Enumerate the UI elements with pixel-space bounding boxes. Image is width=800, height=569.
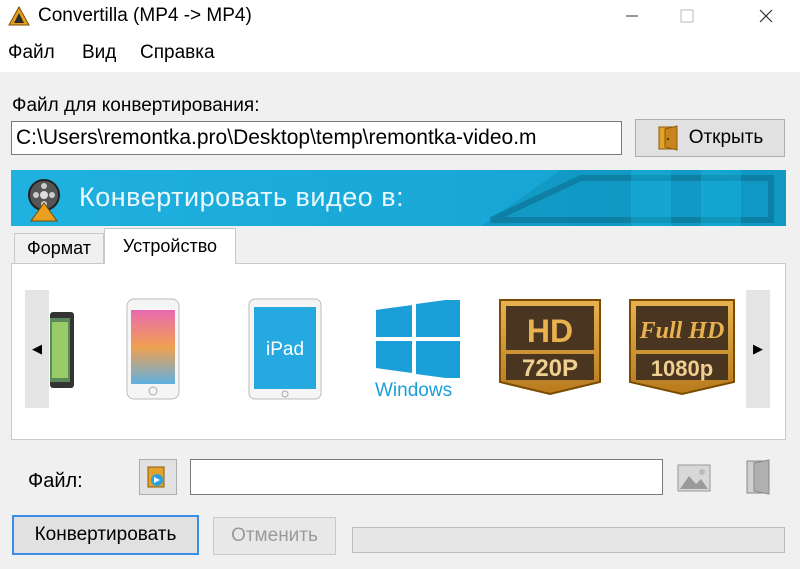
menu-bar: Файл Вид Справка [0, 32, 800, 72]
save-folder-icon [147, 466, 165, 488]
progress-bar [352, 527, 785, 553]
output-file-field[interactable] [190, 459, 663, 495]
minimize-button[interactable] [610, 0, 654, 32]
folder-icon [658, 125, 678, 151]
arrow-left-icon: ◀ [32, 341, 42, 356]
menu-help[interactable]: Справка [140, 42, 215, 64]
film-reel-icon [28, 179, 60, 222]
menu-file[interactable]: Файл [8, 42, 55, 64]
720p-label: 720P [522, 355, 578, 382]
output-file-label: Файл: [28, 470, 83, 492]
maximize-icon [680, 9, 694, 23]
smartphone-icon[interactable] [126, 298, 180, 400]
app-logo-icon [8, 6, 30, 26]
ipad-label: iPad [266, 339, 304, 360]
scroll-left-button[interactable]: ◀ [25, 290, 49, 408]
preview-button[interactable] [676, 462, 712, 494]
browse-output-button[interactable] [139, 459, 177, 495]
full-hd-label: Full HD [639, 318, 725, 344]
convert-banner: Конвертировать видео в: [11, 170, 786, 226]
android-phone-icon[interactable] [50, 312, 76, 388]
windows-logo-icon [376, 298, 460, 380]
menu-view[interactable]: Вид [82, 42, 116, 64]
film-strip-decoration [481, 170, 786, 226]
windows-label: Windows [375, 380, 453, 401]
1080p-label: 1080p [651, 356, 713, 381]
open-button[interactable]: Открыть [635, 119, 785, 157]
close-icon [759, 9, 773, 23]
windows-icon[interactable]: Windows [368, 298, 468, 402]
full-hd-1080p-icon[interactable]: Full HD 1080p [628, 298, 736, 396]
scroll-right-button[interactable]: ▶ [746, 290, 770, 408]
hd-720p-icon[interactable]: HD 720P [498, 298, 602, 396]
folder-gray-icon [746, 459, 770, 495]
open-button-label: Открыть [688, 127, 764, 148]
maximize-button[interactable] [665, 0, 709, 32]
image-preview-icon [677, 464, 711, 492]
title-bar: Convertilla (MP4 -> MP4) [0, 0, 800, 32]
open-output-folder-button[interactable] [742, 458, 776, 496]
close-button[interactable] [744, 0, 788, 32]
input-file-path-field[interactable]: C:\Users\remontka.pro\Desktop\temp\remon… [11, 121, 622, 155]
cancel-button[interactable]: Отменить [213, 517, 336, 555]
arrow-right-icon: ▶ [753, 341, 763, 356]
input-file-label: Файл для конвертирования: [12, 95, 260, 116]
hd-label: HD [527, 313, 573, 349]
window-title: Convertilla (MP4 -> MP4) [38, 5, 252, 26]
tab-format[interactable]: Формат [14, 233, 104, 263]
convert-button[interactable]: Конвертировать [12, 515, 199, 555]
minimize-icon [626, 15, 638, 17]
tab-device[interactable]: Устройство [104, 228, 236, 264]
banner-title: Конвертировать видео в: [79, 182, 405, 212]
ipad-icon[interactable]: iPad [248, 298, 322, 400]
